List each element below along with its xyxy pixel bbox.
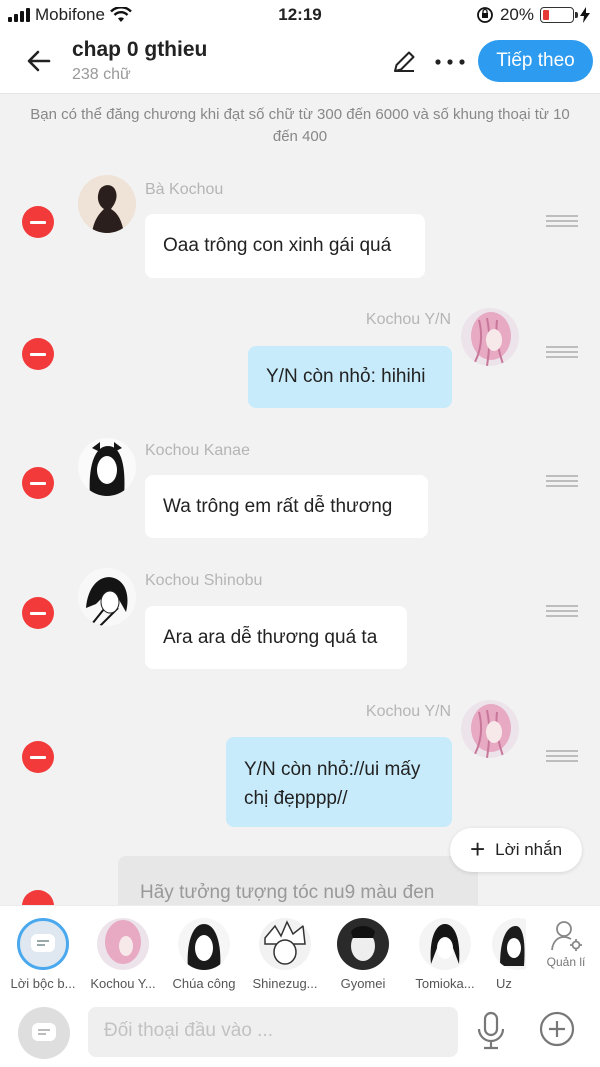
add-message-label: Lời nhắn [495,840,563,859]
battery-fill [543,10,549,20]
avatar [419,918,471,970]
character-label: Chúa công [172,976,236,991]
back-arrow-icon[interactable] [22,44,56,78]
person-gear-icon [551,921,582,951]
message-bubble[interactable]: Oaa trông con xinh gái quá [145,214,425,278]
speaker-name: Kochou Kanae [145,442,250,459]
drag-handle[interactable] [546,750,578,762]
drag-handle[interactable] [546,346,578,358]
delete-button[interactable] [22,741,54,773]
next-button[interactable]: Tiếp theo [478,40,593,82]
pink-hair-avatar [471,312,511,366]
battery-icon [540,7,578,23]
delete-button[interactable] [22,467,54,499]
drag-handle[interactable] [546,605,578,617]
drag-handle[interactable] [546,475,578,487]
avatar[interactable] [461,700,519,758]
word-count: 238 chữ [72,66,131,83]
avatar[interactable] [78,438,136,496]
manga-avatar [86,577,128,626]
status-right: 20% [476,5,590,25]
charging-icon [580,7,590,23]
message-bubble[interactable]: Ara ara dễ thương quá ta [145,606,407,669]
delete-button[interactable] [22,338,54,370]
drag-handle[interactable] [546,215,578,227]
manage-characters-button[interactable]: Quản lí [540,918,592,969]
manage-label: Quản lí [546,955,586,969]
chat-bubble-icon [32,1023,56,1041]
manga-avatar [89,442,125,496]
add-message-button[interactable]: + Lời nhắn [450,828,582,872]
delete-button[interactable] [22,206,54,238]
dialogue-item[interactable]: Kochou Y/N Y/N còn nhỏ: hihihi [0,308,600,413]
avatar [337,918,389,970]
orientation-lock-icon [477,7,493,23]
character-item[interactable]: Shinezug... [245,918,325,991]
character-item[interactable]: Uz [466,918,526,991]
dialogue-item[interactable]: Bà Kochou Oaa trông con xinh gái quá [0,175,600,285]
dialogue-item[interactable]: Kochou Shinobu Ara ara dễ thương quá ta [0,568,600,673]
microphone-icon[interactable] [474,1011,508,1051]
chat-bubble-icon [31,934,55,952]
more-options-icon[interactable] [432,50,468,74]
chapter-title[interactable]: chap 0 gthieu [72,38,207,62]
character-item[interactable]: Chúa công [164,918,244,991]
character-item[interactable]: Gyomei [323,918,403,991]
pencil-icon[interactable] [390,48,418,76]
battery-percent: 20% [499,5,534,24]
dialogue-item[interactable]: Kochou Kanae Wa trông em rất dễ thương [0,438,600,543]
character-label: Gyomei [340,976,386,991]
message-bubble[interactable]: Wa trông em rất dễ thương [145,475,428,538]
dialogue-input[interactable]: Đối thoại đầu vào ... [88,1007,458,1057]
delete-button[interactable] [22,597,54,629]
avatar[interactable] [78,568,136,626]
narration-toggle-button[interactable] [18,1007,70,1059]
input-bar: Đối thoại đầu vào ... [0,995,600,1067]
add-icon[interactable] [538,1010,576,1048]
editor-header: chap 0 gthieu 238 chữ Tiếp theo [0,30,600,94]
character-item[interactable]: Kochou Y... [83,918,163,991]
speaker-name: Bà Kochou [145,181,224,198]
character-bar: Lời bộc b... Kochou Y... Chúa công Shine… [0,905,600,995]
character-item-narration[interactable]: Lời bộc b... [3,918,83,991]
avatar [259,918,311,970]
message-bubble[interactable]: Y/N còn nhỏ: hihihi [248,346,452,408]
dialogue-item[interactable]: Kochou Y/N Y/N còn nhỏ://ui mấy chị đẹpp… [0,700,600,828]
character-label: Kochou Y... [90,976,156,991]
avatar [97,918,149,970]
message-bubble[interactable]: Y/N còn nhỏ://ui mấy chị đẹpppp// [226,737,452,827]
speaker-name: Kochou Y/N [365,311,451,328]
avatar [492,918,526,970]
character-label: Shinezug... [252,976,318,991]
pink-hair-avatar [471,704,511,758]
word-limit-notice: Bạn có thể đăng chương khi đạt số chữ từ… [30,106,570,145]
silhouette-avatar [92,185,124,233]
plus-icon: + [469,833,486,864]
avatar[interactable] [78,175,136,233]
narration-avatar [17,918,69,970]
avatar[interactable] [461,308,519,366]
speaker-name: Kochou Y/N [365,703,451,720]
speaker-name: Kochou Shinobu [145,572,263,589]
character-label: Lời bộc b... [10,976,76,991]
character-label: Uz [496,976,512,991]
avatar [178,918,230,970]
status-bar: Mobifone 12:19 20% [0,0,600,30]
